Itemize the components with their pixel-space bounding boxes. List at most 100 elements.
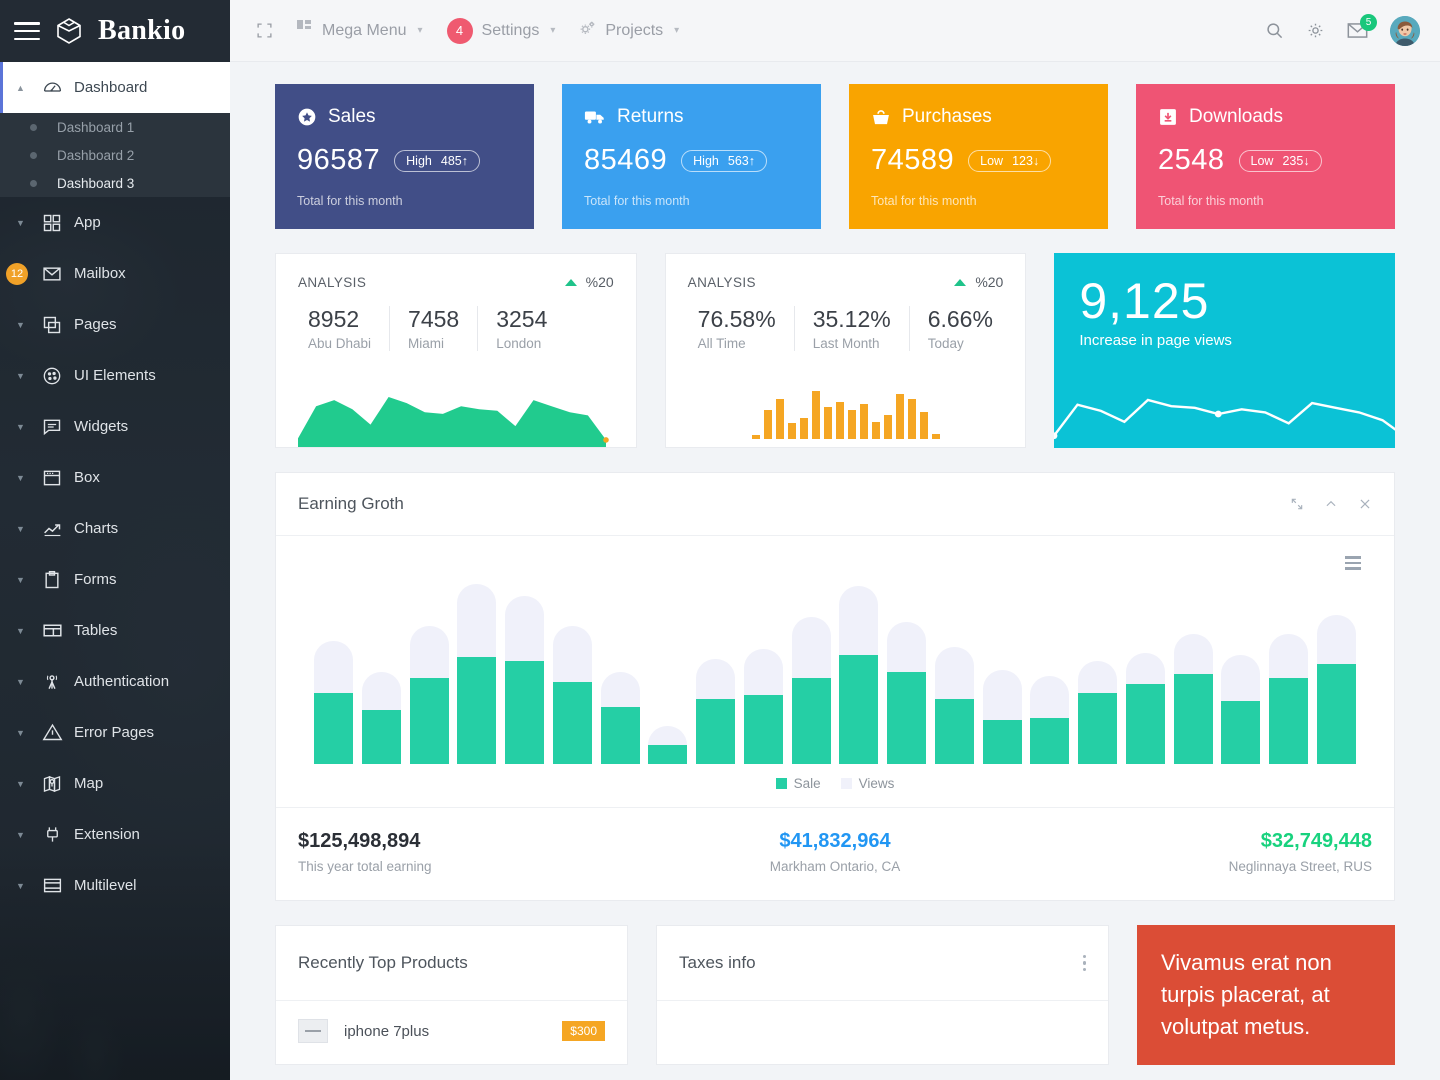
topbar: Mega Menu ▾ 4 Settings ▾ Projects ▾ 5 (230, 0, 1440, 62)
stat-card-purchases[interactable]: Purchases 74589 Low 123↓ Total for this … (849, 84, 1108, 229)
sidebar-item-extension[interactable]: ▼ Extension (0, 809, 230, 860)
panel-header: Earning Groth (276, 473, 1394, 536)
bar-column[interactable] (552, 584, 592, 764)
bar-column[interactable] (934, 584, 974, 764)
bar-column[interactable] (409, 584, 449, 764)
sidebar-item-label: Map (74, 775, 104, 792)
sidebar-subitem-label: Dashboard 1 (57, 119, 135, 135)
bar-column[interactable] (982, 584, 1022, 764)
spark-bar (835, 401, 844, 439)
sidebar-item-ui-elements[interactable]: ▼ UI Elements (0, 350, 230, 401)
bar-column[interactable] (1221, 584, 1261, 764)
sidebar-item-label: Dashboard (74, 79, 148, 96)
bar-sale (1221, 700, 1261, 764)
sidebar-item-authentication[interactable]: ▼ Authentication (0, 656, 230, 707)
bar-column[interactable] (1173, 584, 1213, 764)
collapse-icon[interactable] (1324, 497, 1338, 511)
bar-column[interactable] (743, 584, 783, 764)
bar-column[interactable] (1316, 584, 1356, 764)
sidebar-item-app[interactable]: ▼ App (0, 197, 230, 248)
bar-column[interactable] (887, 584, 926, 764)
spark-bar (847, 409, 856, 439)
sidebar-subitem-dashboard-1[interactable]: Dashboard 1 (0, 113, 230, 141)
bar-sale (1316, 664, 1356, 764)
pill-value: 123↓ (1012, 153, 1040, 168)
bar-column[interactable] (505, 584, 544, 764)
chart-menu-icon[interactable] (1345, 556, 1361, 570)
pill-label: High (406, 153, 432, 168)
stat-header: Downloads (1158, 106, 1373, 128)
card-title: Recently Top Products (298, 953, 468, 972)
sidebar-item-map[interactable]: ▼ Map (0, 758, 230, 809)
envelope-icon (30, 264, 74, 284)
bar-column[interactable] (1269, 584, 1308, 764)
bar-column[interactable] (696, 584, 735, 764)
bar-column[interactable] (791, 584, 831, 764)
sidebar-item-label: Tables (74, 622, 118, 639)
legend-item-views[interactable]: Views (840, 776, 894, 791)
bar-column[interactable] (1030, 584, 1070, 764)
list-item[interactable]: iphone 7plus $300 (276, 1001, 627, 1043)
hamburger-menu-icon[interactable] (14, 22, 40, 40)
mail-icon[interactable]: 5 (1347, 14, 1377, 40)
analysis-row: ANALYSIS %20 8952 Abu Dhabi 7458 Miami 3… (275, 253, 1396, 448)
bar-column[interactable] (1125, 584, 1165, 764)
analysis-stat-label: All Time (697, 336, 746, 351)
sidebar-item-tables[interactable]: ▼ Tables (0, 605, 230, 656)
legend-item-sale[interactable]: Sale (775, 776, 821, 791)
palette-icon (30, 366, 74, 386)
mail-badge: 5 (1360, 14, 1377, 31)
kebab-menu-icon[interactable] (1082, 954, 1086, 972)
stat-card-downloads[interactable]: Downloads 2548 Low 235↓ Total for this m… (1136, 84, 1395, 229)
menu-settings[interactable]: 4 Settings ▾ (446, 17, 556, 44)
stat-title: Sales (328, 106, 376, 127)
chevron-down-icon: ▾ (550, 25, 556, 36)
stat-title: Purchases (902, 106, 992, 127)
fullscreen-icon[interactable] (256, 22, 273, 39)
bottom-row: Recently Top Products iphone 7plus $300 … (275, 925, 1395, 1065)
pill-label: Low (980, 153, 1004, 168)
bar-column[interactable] (457, 584, 497, 764)
sidebar-item-mailbox[interactable]: 12 Mailbox (0, 248, 230, 299)
search-icon[interactable] (1265, 21, 1284, 40)
sidebar-subitem-dashboard-2[interactable]: Dashboard 2 (0, 141, 230, 169)
sidebar-item-dashboard[interactable]: ▲ Dashboard (0, 62, 230, 113)
sidebar-item-pages[interactable]: ▼ Pages (0, 299, 230, 350)
bar-column[interactable] (1078, 584, 1117, 764)
recently-top-products-card: Recently Top Products iphone 7plus $300 (275, 925, 628, 1065)
analysis-card-percentages: ANALYSIS %20 76.58% All Time 35.12% Last… (664, 253, 1027, 448)
expand-icon[interactable] (1290, 497, 1304, 511)
chevron-down-icon: ▼ (16, 880, 25, 891)
bar-column[interactable] (600, 584, 640, 764)
menu-mega-menu[interactable]: Mega Menu ▾ (297, 20, 423, 41)
bar-sale (934, 698, 974, 764)
stat-title: Downloads (1189, 106, 1283, 127)
sidebar-item-charts[interactable]: ▼ Charts (0, 503, 230, 554)
truck-icon (584, 108, 606, 126)
avatar[interactable] (1390, 15, 1420, 46)
stat-pill: High 485↑ (394, 149, 480, 172)
sidebar-item-error-pages[interactable]: ▼ Error Pages (0, 707, 230, 758)
bar-column[interactable] (839, 584, 879, 764)
stat-card-sales[interactable]: Sales 96587 High 485↑ Total for this mon… (275, 84, 534, 229)
chevron-down-icon: ▼ (16, 421, 25, 432)
analysis-stat-value: 7458 (408, 306, 460, 332)
stat-card-returns[interactable]: Returns 85469 High 563↑ Total for this m… (562, 84, 821, 229)
analysis-percent: %20 (585, 274, 614, 290)
bar-column[interactable] (314, 584, 353, 764)
sidebar-item-box[interactable]: ▼ Box (0, 452, 230, 503)
sidebar-subitem-dashboard-3[interactable]: Dashboard 3 (0, 169, 230, 197)
analysis-stat-value: 35.12% (812, 306, 891, 332)
close-icon[interactable] (1358, 497, 1372, 511)
bar-column[interactable] (361, 584, 401, 764)
stat-footer: Total for this month (584, 194, 690, 208)
sidebar-item-widgets[interactable]: ▼ Widgets (0, 401, 230, 452)
sidebar-item-forms[interactable]: ▼ Forms (0, 554, 230, 605)
bar-column[interactable] (648, 584, 688, 764)
menu-projects[interactable]: Projects ▾ (579, 20, 679, 42)
panel-title: Earning Groth (298, 494, 404, 513)
chart-legend: Sale Views (298, 776, 1372, 807)
sidebar-item-multilevel[interactable]: ▼ Multilevel (0, 860, 230, 911)
earning-chart: Sale Views (276, 536, 1394, 807)
gear-icon[interactable] (1306, 21, 1325, 40)
